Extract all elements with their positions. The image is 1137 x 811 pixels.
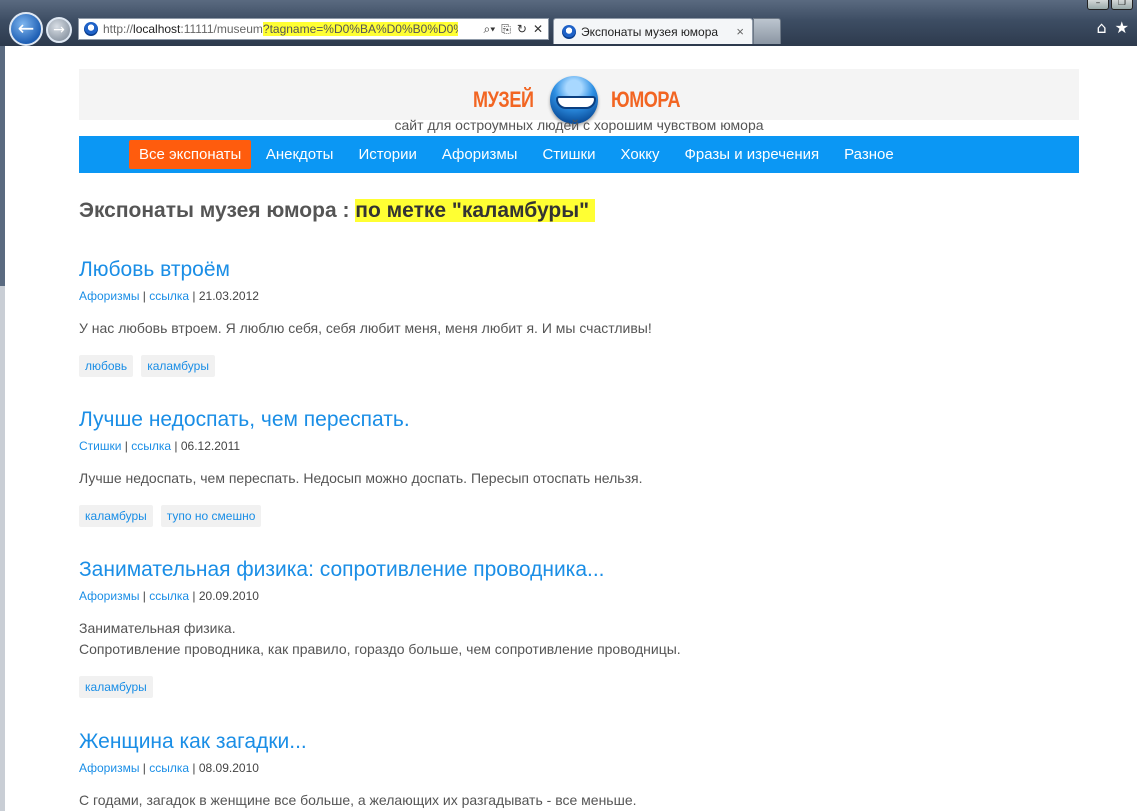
nav-item-all[interactable]: Все экспонаты <box>129 140 252 169</box>
post-date: 08.09.2010 <box>198 761 259 775</box>
post-permalink[interactable]: ссылка <box>131 439 171 453</box>
post-permalink[interactable]: ссылка <box>149 289 189 303</box>
post-category-link[interactable]: Афоризмы <box>79 589 139 603</box>
logo-text-right[interactable]: ЮМОРА <box>611 87 681 113</box>
forward-button[interactable]: → <box>46 17 72 43</box>
compatibility-view-icon[interactable]: ⎘ <box>501 22 511 37</box>
post-tags: каламбуры <box>79 676 1079 698</box>
stop-icon[interactable]: ✕ <box>533 22 543 37</box>
post-category-link[interactable]: Стишки <box>79 439 121 453</box>
page-title-tag-highlight: по метке "каламбуры" <box>355 199 596 222</box>
main-nav: Все экспонаты Анекдоты Истории Афоризмы … <box>79 136 1079 173</box>
tag-link[interactable]: тупо но смешно <box>160 505 262 527</box>
post-title-link[interactable]: Любовь втроём <box>79 256 1079 284</box>
tag-link[interactable]: любовь <box>79 355 134 377</box>
post-body-line: Занимательная физика. <box>79 620 236 636</box>
post-permalink[interactable]: ссылка <box>149 589 189 603</box>
post-body-line: Лучше недоспать, чем переспать. Недосып … <box>79 470 643 486</box>
post-title-link[interactable]: Занимательная физика: сопротивление пров… <box>79 556 1079 584</box>
post-meta: Афоризмы | ссылка | 20.09.2010 <box>79 589 259 603</box>
new-tab-button[interactable] <box>753 18 781 44</box>
home-icon[interactable]: ⌂ <box>1097 18 1107 37</box>
restore-button[interactable]: ❐ <box>1111 0 1133 10</box>
post-title-link[interactable]: Женщина как загадки... <box>79 728 1079 756</box>
page-title-prefix: Экспонаты музея юмора : <box>79 199 356 222</box>
nav-item-frazy[interactable]: Фразы и изречения <box>672 140 832 169</box>
nav-item-istorii[interactable]: Истории <box>346 140 429 169</box>
address-bar[interactable]: http:// localhost :11111/museum ?tagname… <box>78 18 549 40</box>
arrow-right-icon: → <box>53 22 65 38</box>
site-header: МУЗЕЙ ЮМОРА <box>79 69 1079 124</box>
tag-link[interactable]: каламбуры <box>79 505 153 527</box>
post-permalink[interactable]: ссылка <box>149 761 189 775</box>
post-title-link[interactable]: Лучше недоспать, чем переспать. <box>79 406 1079 434</box>
site-favicon-icon <box>84 22 98 36</box>
nav-item-raznoe[interactable]: Разное <box>832 140 907 169</box>
browser-toolbar-right: ⌂ ★ <box>1097 18 1130 37</box>
tab-title: Экспонаты музея юмора <box>581 24 719 39</box>
post-date: 20.09.2010 <box>198 589 259 603</box>
arrow-left-icon: ← <box>17 16 35 40</box>
scrollbar[interactable] <box>0 286 5 811</box>
tab-favicon-icon <box>562 24 576 39</box>
tag-link[interactable]: каламбуры <box>141 355 215 377</box>
nav-item-anekdoty[interactable]: Анекдоты <box>253 140 346 169</box>
post-body-line: У нас любовь втроем. Я люблю себя, себя … <box>79 320 652 336</box>
post-item: Занимательная физика: сопротивление пров… <box>79 556 1079 698</box>
logo-text-left[interactable]: МУЗЕЙ <box>473 87 534 113</box>
post-tags: любовь каламбуры <box>79 355 1079 377</box>
post-date: 21.03.2012 <box>198 289 259 303</box>
post-item: Женщина как загадки... Афоризмы | ссылка… <box>79 728 1079 811</box>
post-category-link[interactable]: Афоризмы <box>79 289 139 303</box>
url-host: localhost <box>133 22 181 36</box>
address-bar-tools: ⌕▾ ⎘ ↻ ✕ <box>484 22 549 37</box>
back-button[interactable]: ← <box>9 12 43 46</box>
tab-active[interactable]: Экспонаты музея юмора × <box>553 18 753 44</box>
post-meta: Стишки | ссылка | 06.12.2011 <box>79 439 241 453</box>
browser-chrome: – ❐ ← → http:// localhost :11111/museum … <box>0 0 1137 46</box>
tab-close-icon[interactable]: × <box>736 24 744 39</box>
url-query-highlighted: ?tagname=%D0%BA%D0%B0%D0% <box>262 22 458 36</box>
post-meta: Афоризмы | ссылка | 21.03.2012 <box>79 289 259 303</box>
nav-item-aforizmy[interactable]: Афоризмы <box>429 140 530 169</box>
window-controls: – ❐ <box>1087 0 1133 10</box>
nav-item-hokku[interactable]: Хокку <box>608 140 672 169</box>
post-item: Любовь втроём Афоризмы | ссылка | 21.03.… <box>79 256 1079 377</box>
post-item: Лучше недоспать, чем переспать. Стишки |… <box>79 406 1079 527</box>
url-scheme: http:// <box>103 22 134 36</box>
post-meta: Афоризмы | ссылка | 08.09.2010 <box>79 761 259 775</box>
page-title: Экспонаты музея юмора : по метке "каламб… <box>79 199 596 223</box>
post-body: Занимательная физика. Сопротивление пров… <box>79 618 1079 660</box>
post-tags: каламбуры тупо но смешно <box>79 505 1079 527</box>
post-body: У нас любовь втроем. Я люблю себя, себя … <box>79 318 1079 339</box>
tag-link[interactable]: каламбуры <box>79 676 153 698</box>
site-tagline: сайт для остроумных людей с хорошим чувс… <box>394 117 764 133</box>
post-body-line: С годами, загадок в женщине все больше, … <box>79 792 637 808</box>
page-viewport: МУЗЕЙ ЮМОРА сайт для остроумных людей с … <box>0 46 1137 811</box>
minimize-button[interactable]: – <box>1087 0 1109 10</box>
post-body: С годами, загадок в женщине все больше, … <box>79 790 1079 811</box>
url-path: :11111/museum <box>180 22 263 36</box>
search-dropdown-icon[interactable]: ⌕▾ <box>484 22 496 37</box>
post-category-link[interactable]: Афоризмы <box>79 761 139 775</box>
favorites-star-icon[interactable]: ★ <box>1115 18 1129 37</box>
nav-item-stishki[interactable]: Стишки <box>530 140 608 169</box>
post-body: Лучше недоспать, чем переспать. Недосып … <box>79 468 1079 489</box>
post-body-line: Сопротивление проводника, как правило, г… <box>79 641 681 657</box>
refresh-icon[interactable]: ↻ <box>517 22 527 37</box>
post-date: 06.12.2011 <box>180 439 241 453</box>
